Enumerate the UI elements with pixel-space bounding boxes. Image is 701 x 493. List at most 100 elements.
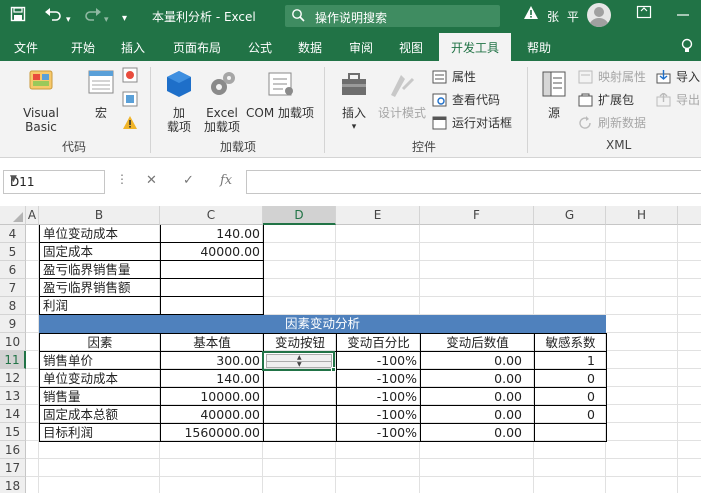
- select-all-corner[interactable]: [0, 206, 26, 225]
- properties-button[interactable]: 属性: [432, 68, 476, 86]
- after-value-cell[interactable]: 0.00: [421, 370, 525, 388]
- row-header[interactable]: 5: [0, 243, 26, 261]
- factor-cell[interactable]: 销售量: [40, 388, 160, 406]
- tab-review[interactable]: 审阅: [349, 39, 373, 56]
- refresh-data-button[interactable]: 刷新数据: [578, 114, 646, 132]
- search-box[interactable]: 操作说明搜索: [285, 5, 500, 27]
- table-header[interactable]: 变动按钮: [264, 334, 336, 352]
- cell-label[interactable]: 利润: [40, 297, 160, 315]
- table-header[interactable]: 变动百分比: [337, 334, 420, 352]
- row-header[interactable]: 14: [0, 405, 26, 423]
- map-properties-button[interactable]: 映射属性: [578, 68, 646, 86]
- factor-cell[interactable]: 固定成本总额: [40, 406, 160, 424]
- export-button[interactable]: 导出: [656, 91, 700, 109]
- column-header-b[interactable]: B: [39, 206, 160, 225]
- user-name[interactable]: 张 平: [547, 8, 581, 25]
- table-header[interactable]: 基本值: [161, 334, 263, 352]
- factor-cell[interactable]: 销售单价: [40, 352, 160, 370]
- factor-cell[interactable]: 目标利润: [40, 424, 160, 442]
- row-header[interactable]: 18: [0, 477, 26, 493]
- cell-label[interactable]: 盈亏临界销售量: [40, 261, 160, 279]
- sensitivity-cell[interactable]: 1: [535, 352, 598, 370]
- customize-toolbar-icon[interactable]: ▾: [122, 9, 127, 29]
- row-header[interactable]: 16: [0, 441, 26, 459]
- sensitivity-cell[interactable]: [535, 424, 598, 442]
- factor-cell[interactable]: 单位变动成本: [40, 370, 160, 388]
- run-dialog-button[interactable]: 运行对话框: [432, 114, 512, 132]
- chevron-down-icon[interactable]: ▼: [10, 174, 99, 184]
- cell-label[interactable]: 盈亏临界销售额: [40, 279, 160, 297]
- view-code-button[interactable]: 查看代码: [432, 91, 500, 109]
- table-header[interactable]: 敏感系数: [535, 334, 606, 352]
- ribbon-display-icon[interactable]: [636, 4, 652, 24]
- lightbulb-icon[interactable]: [680, 38, 694, 57]
- row-header[interactable]: 6: [0, 261, 26, 279]
- after-value-cell[interactable]: 0.00: [421, 388, 525, 406]
- import-button[interactable]: 导入: [656, 68, 700, 86]
- row-header[interactable]: 13: [0, 387, 26, 405]
- cell-value[interactable]: [161, 279, 263, 297]
- section-banner[interactable]: 因素变动分析: [39, 315, 606, 333]
- row-header[interactable]: 9: [0, 315, 26, 333]
- row-header[interactable]: 12: [0, 369, 26, 387]
- xml-source-button[interactable]: 源: [536, 69, 572, 120]
- tab-developer[interactable]: 开发工具: [439, 33, 512, 61]
- cell-value[interactable]: [161, 261, 263, 279]
- base-value-cell[interactable]: 40000.00: [161, 406, 263, 424]
- com-addins-button[interactable]: COM 加载项: [244, 69, 316, 120]
- excel-addins-button[interactable]: Excel 加载项: [202, 69, 242, 134]
- base-value-cell[interactable]: 10000.00: [161, 388, 263, 406]
- relative-reference-icon[interactable]: [122, 91, 138, 110]
- tab-data[interactable]: 数据: [298, 39, 322, 56]
- cell-label[interactable]: 单位变动成本: [40, 225, 160, 243]
- undo-dropdown-icon[interactable]: ▾: [66, 10, 71, 30]
- record-macro-icon[interactable]: [122, 67, 138, 86]
- after-value-cell[interactable]: 0.00: [421, 352, 525, 370]
- tab-file[interactable]: 文件: [14, 39, 38, 56]
- base-value-cell[interactable]: 1560000.00: [161, 424, 263, 442]
- redo-icon[interactable]: [84, 6, 102, 27]
- insert-control-button[interactable]: 插入 ▾: [334, 69, 374, 134]
- avatar[interactable]: [587, 3, 611, 27]
- after-value-cell[interactable]: 0.00: [421, 406, 525, 424]
- column-header-g[interactable]: G: [534, 206, 606, 225]
- macros-button[interactable]: 宏: [84, 67, 118, 120]
- row-header[interactable]: 11: [0, 351, 26, 369]
- row-header[interactable]: 8: [0, 297, 26, 315]
- macro-security-icon[interactable]: [122, 115, 138, 134]
- base-value-cell[interactable]: 140.00: [161, 370, 263, 388]
- base-value-cell[interactable]: 300.00: [161, 352, 263, 370]
- sensitivity-cell[interactable]: 0: [535, 406, 598, 424]
- save-icon[interactable]: [10, 6, 26, 27]
- cancel-icon[interactable]: ✕: [146, 173, 157, 188]
- change-pct-cell[interactable]: -100%: [337, 388, 420, 406]
- change-pct-cell[interactable]: -100%: [337, 424, 420, 442]
- formula-bar-grip-icon[interactable]: ⋮: [116, 172, 128, 186]
- column-header-c[interactable]: C: [160, 206, 263, 225]
- cell-value[interactable]: 40000.00: [161, 243, 263, 261]
- design-mode-button[interactable]: 设计模式: [376, 69, 428, 120]
- column-header-next[interactable]: [678, 206, 701, 225]
- row-header[interactable]: 4: [0, 225, 26, 243]
- enter-icon[interactable]: ✓: [183, 173, 194, 188]
- column-header-a[interactable]: A: [26, 206, 39, 225]
- visual-basic-button[interactable]: Visual Basic: [6, 67, 76, 134]
- cell-value[interactable]: 140.00: [161, 225, 263, 243]
- cell-label[interactable]: 固定成本: [40, 243, 160, 261]
- change-pct-cell[interactable]: -100%: [337, 370, 420, 388]
- sensitivity-cell[interactable]: 0: [535, 370, 598, 388]
- change-pct-cell[interactable]: -100%: [337, 352, 420, 370]
- tab-help[interactable]: 帮助: [527, 39, 551, 56]
- row-header[interactable]: 7: [0, 279, 26, 297]
- addins-button[interactable]: 加 载项: [158, 69, 200, 134]
- tab-home[interactable]: 开始: [71, 39, 95, 56]
- tab-page-layout[interactable]: 页面布局: [173, 39, 221, 56]
- fill-handle[interactable]: [331, 367, 336, 372]
- formula-input[interactable]: [246, 170, 701, 194]
- row-header[interactable]: 10: [0, 333, 26, 351]
- warning-icon[interactable]: [523, 5, 539, 24]
- insert-function-icon[interactable]: fx: [220, 173, 232, 188]
- table-header[interactable]: 变动后数值: [421, 334, 534, 352]
- undo-icon[interactable]: [44, 6, 62, 27]
- worksheet-grid[interactable]: A B C D E F G H 4 5 6 7 8 9 10 11 12 13 …: [0, 206, 701, 493]
